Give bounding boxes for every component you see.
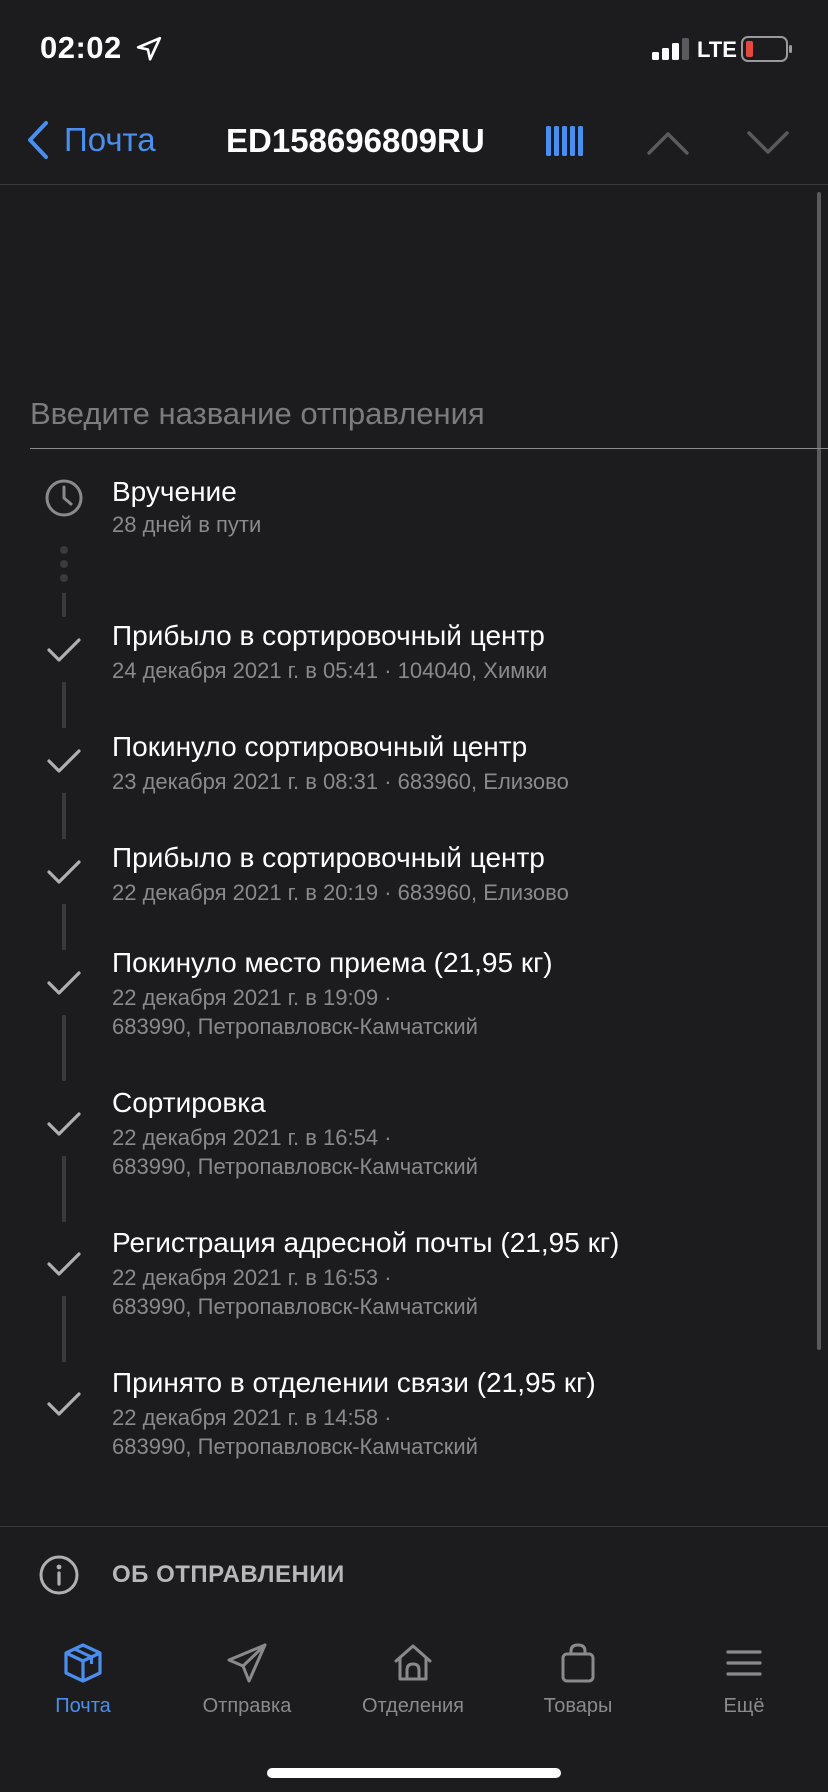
- current-status-title: Вручение: [112, 476, 237, 507]
- tab-eshche[interactable]: Ещё: [661, 1641, 827, 1718]
- timeline-connector: [62, 904, 66, 950]
- check-icon: [46, 858, 82, 891]
- send-icon: [227, 1643, 267, 1683]
- event-details: 22 декабря 2021 г. в 20:19 · 683960, Ели…: [112, 880, 569, 905]
- check-icon: [46, 969, 82, 1002]
- next-item-button[interactable]: [746, 130, 790, 161]
- event-title: Покинуло сортировочный центр: [112, 731, 528, 762]
- event-details: 24 декабря 2021 г. в 05:41 · 104040, Хим…: [112, 658, 548, 683]
- timeline-connector: [62, 793, 66, 839]
- tab-otdeleniya[interactable]: Отделения: [330, 1641, 496, 1718]
- event-title: Регистрация адресной почты (21,95 кг): [112, 1227, 620, 1258]
- chevron-down-icon: [747, 131, 789, 154]
- event-title: Покинуло место приема (21,95 кг): [112, 947, 553, 978]
- chevron-left-icon: [28, 121, 48, 159]
- tab-otpravka[interactable]: Отправка: [164, 1641, 330, 1718]
- tab-tovary[interactable]: Товары: [495, 1641, 661, 1718]
- tracking-number-title: ED158696809RU: [226, 122, 485, 159]
- home-indicator[interactable]: [267, 1768, 561, 1778]
- about-shipment-label: ОБ ОТПРАВЛЕНИИ: [112, 1561, 345, 1588]
- event-title: Прибыло в сортировочный центр: [112, 842, 545, 873]
- tab-pochta[interactable]: Почта: [0, 1641, 166, 1718]
- previous-item-button[interactable]: [646, 130, 690, 161]
- check-icon: [46, 636, 82, 669]
- event-details: 22 декабря 2021 г. в 16:53 ·: [112, 1265, 392, 1290]
- check-icon: [46, 747, 82, 780]
- scrollbar[interactable]: [817, 192, 821, 1350]
- timeline-dot: [60, 546, 68, 554]
- timeline-dot: [60, 560, 68, 568]
- event-details: 22 декабря 2021 г. в 14:58 ·: [112, 1405, 392, 1430]
- event-title: Принято в отделении связи (21,95 кг): [112, 1367, 596, 1398]
- tab-label: Почта: [55, 1695, 111, 1717]
- back-button[interactable]: Почта: [26, 120, 156, 160]
- tab-bar: Почта Отправка Отделения Товары Ещё: [0, 1625, 828, 1792]
- timeline-connector: [62, 1296, 66, 1362]
- event-location: 683990, Петропавловск-Камчатский: [112, 1294, 478, 1319]
- tab-label: Отправка: [202, 1695, 292, 1717]
- about-shipment-row[interactable]: ОБ ОТПРАВЛЕНИИ: [0, 1526, 828, 1626]
- shipment-name-input[interactable]: [30, 380, 828, 449]
- navigation-bar: Почта ED158696809RU: [0, 100, 828, 185]
- event-details: 23 декабря 2021 г. в 08:31 · 683960, Ели…: [112, 769, 569, 794]
- timeline-dot: [60, 574, 68, 582]
- chevron-up-icon: [647, 132, 689, 155]
- shopping-bag-icon: [561, 1643, 595, 1683]
- event-details: 22 декабря 2021 г. в 19:09 ·: [112, 985, 392, 1010]
- back-label: Почта: [64, 121, 156, 158]
- event-details: 22 декабря 2021 г. в 16:54 ·: [112, 1125, 392, 1150]
- timeline-connector: [62, 682, 66, 728]
- check-icon: [46, 1250, 82, 1283]
- status-time: 02:02: [40, 30, 122, 65]
- event-location: 683990, Петропавловск-Камчатский: [112, 1154, 478, 1179]
- event-location: 683990, Петропавловск-Камчатский: [112, 1014, 478, 1039]
- info-icon: [38, 1554, 80, 1601]
- tab-label: Ещё: [723, 1695, 765, 1717]
- menu-icon: [726, 1650, 762, 1676]
- current-status-subtitle: 28 дней в пути: [112, 512, 262, 537]
- tab-label: Отделения: [361, 1695, 465, 1717]
- tab-label: Товары: [543, 1695, 613, 1717]
- network-type: LTE: [697, 37, 737, 62]
- post-office-icon: [394, 1644, 432, 1681]
- barcode-icon[interactable]: [546, 126, 584, 161]
- check-icon: [46, 1110, 82, 1143]
- timeline-connector: [62, 593, 66, 617]
- timeline-connector: [62, 1156, 66, 1222]
- event-location: 683990, Петропавловск-Камчатский: [112, 1434, 478, 1459]
- location-arrow-icon: [136, 36, 162, 67]
- battery-icon: [741, 36, 793, 67]
- box-icon: [64, 1643, 102, 1683]
- check-icon: [46, 1390, 82, 1423]
- event-title: Сортировка: [112, 1087, 266, 1118]
- cellular-signal-icon: [652, 38, 690, 65]
- timeline-connector: [62, 1015, 66, 1081]
- clock-icon: [44, 478, 84, 523]
- event-title: Прибыло в сортировочный центр: [112, 620, 545, 651]
- status-bar: 02:02 LTE: [0, 0, 828, 100]
